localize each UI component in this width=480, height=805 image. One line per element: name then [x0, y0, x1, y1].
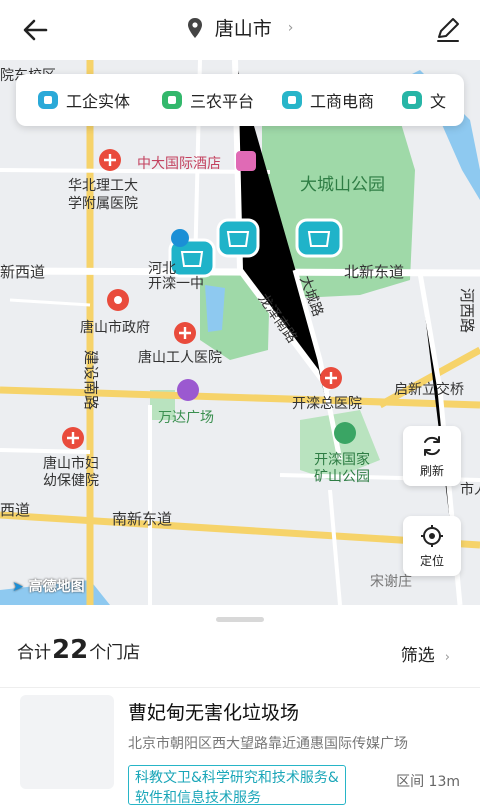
top-bar: 唐山市 ›	[0, 0, 480, 60]
navigation-arrow-icon: ➤	[12, 579, 24, 595]
map-label-qixin: 启新立交桥	[394, 381, 464, 398]
category-chip-agriculture[interactable]: 三农平台	[162, 88, 254, 112]
map-label-road-xinxi: 新西道	[0, 263, 45, 281]
city-name: 唐山市	[214, 18, 272, 40]
map-label-park: 大城山公园	[300, 175, 385, 195]
leaf-icon	[162, 91, 182, 109]
map-label-songxie: 宋谢庄	[370, 573, 412, 590]
map-label-jianshe: 建设南路	[82, 350, 100, 410]
location-pin-icon	[187, 17, 202, 38]
category-bar: 工企实体 三农平台 工商电商 文	[16, 74, 464, 126]
map-label-kailuan-hospital: 开滦总医院	[292, 396, 362, 412]
map-label-hotel: 中大国际酒店	[137, 156, 221, 172]
store-category-tag: 科教文卫&科学研究和技术服务&软件和信息技术服务	[128, 765, 346, 805]
category-chip-industry[interactable]: 工企实体	[38, 88, 130, 112]
map-label-hospital1a: 华北理工大	[68, 178, 138, 194]
factory-icon	[38, 91, 58, 109]
category-chip-ecommerce[interactable]: 工商电商	[282, 88, 374, 112]
store-distance: 区间 13m	[396, 774, 460, 790]
crosshair-icon	[421, 525, 443, 547]
map-label-road-xi: 西道	[0, 501, 30, 519]
map-provider-logo: ➤ 高德地图	[12, 579, 85, 595]
store-count-summary: 合计22个门店	[17, 635, 141, 665]
map-label-kailuan: 开滦一中	[148, 276, 204, 292]
palette-icon	[402, 91, 422, 109]
map-label-city-edge: 市人	[460, 481, 480, 498]
edit-pen-icon[interactable]	[434, 16, 462, 44]
store-address: 北京市朝阳区西大望路靠近通惠国际传媒广场	[128, 736, 408, 752]
store-list-panel: 合计22个门店 筛选 › 曹妃甸无害化垃圾场 北京市朝阳区西大望路靠近通惠国际传媒…	[0, 605, 480, 805]
city-selector[interactable]: 唐山市 ›	[0, 14, 480, 41]
shopping-bag-icon	[282, 91, 302, 109]
map-label-maternal-a: 唐山市妇	[43, 455, 99, 472]
map-label-govt: 唐山市政府	[80, 319, 150, 336]
map-label-maternal-b: 幼保健院	[43, 473, 99, 489]
drag-handle[interactable]	[216, 617, 264, 622]
map-label-hospital1b: 学附属医院	[68, 196, 138, 212]
refresh-icon	[424, 436, 440, 456]
map-label-mine-park-b: 矿山公园	[314, 469, 370, 485]
store-count: 22	[52, 635, 89, 665]
map-label-road-nanxin: 南新东道	[112, 510, 172, 528]
locate-label: 定位	[419, 554, 444, 568]
refresh-button[interactable]: 刷新	[403, 426, 461, 486]
chevron-right-icon: ›	[444, 650, 450, 665]
map-label-hexi: 河西路	[458, 288, 476, 333]
store-thumbnail	[20, 695, 114, 789]
map-label-road-beixindong: 北新东道	[344, 263, 404, 281]
category-chip-culture[interactable]: 文	[402, 88, 446, 112]
map-label-wanda: 万达广场	[158, 410, 214, 426]
divider	[0, 687, 480, 688]
map-label-workers-hospital: 唐山工人医院	[138, 349, 222, 366]
filter-button[interactable]: 筛选 ›	[401, 641, 450, 666]
map-label-mine-park-a: 开滦国家	[314, 451, 370, 468]
map-label-hebei: 河北	[148, 261, 176, 277]
locate-button[interactable]: 定位	[403, 516, 461, 576]
store-name: 曹妃甸无害化垃圾场	[128, 702, 300, 724]
refresh-label: 刷新	[419, 464, 444, 478]
chevron-right-icon: ›	[287, 19, 294, 36]
